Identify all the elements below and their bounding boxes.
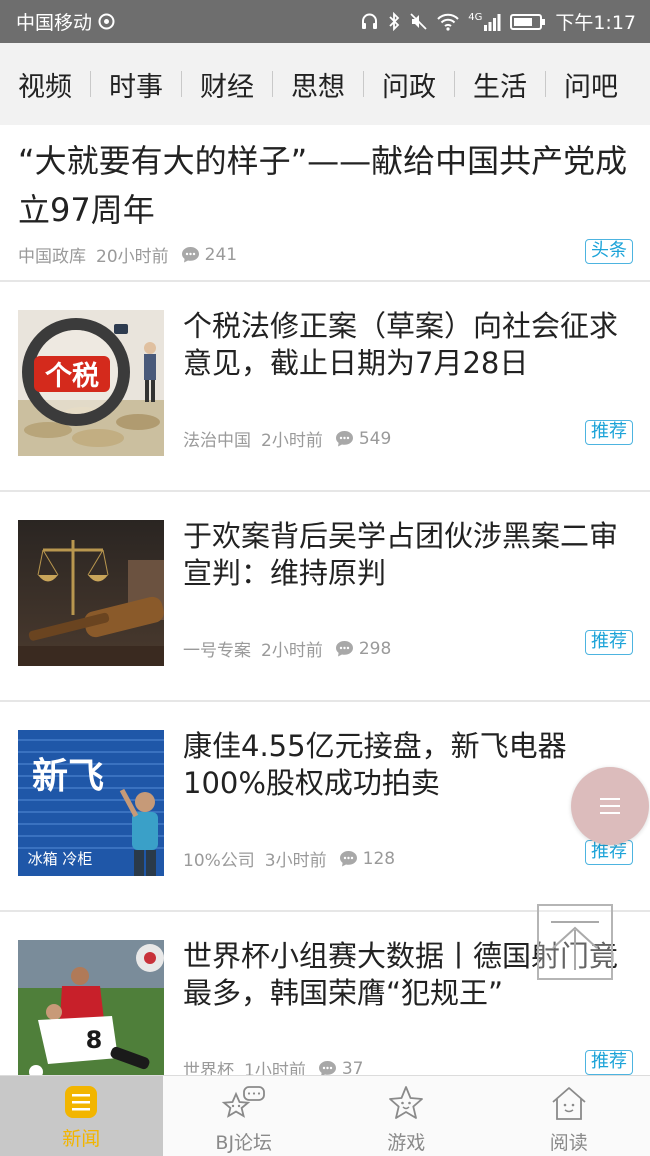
category-tab-thought[interactable]: 思想 [291, 65, 345, 104]
category-tab-finance[interactable]: 财经 [200, 65, 254, 104]
comment-number: 549 [358, 428, 392, 449]
comment-number: 298 [358, 638, 392, 659]
article-meta: 一号专案 2小时前 298 [183, 636, 391, 662]
category-tab-ask[interactable]: 问吧 [564, 65, 618, 104]
tab-news[interactable]: 新闻 [0, 1076, 163, 1156]
thumbnail-text: 新飞 [32, 756, 104, 797]
comment-count: 298 [335, 639, 391, 659]
headline-title: “大就要有大的样子”——献给中国共产党成立97周年 [18, 142, 628, 229]
category-tab-video[interactable]: 视频 [18, 65, 72, 104]
menu-icon-line [600, 798, 620, 800]
signal-group: 4G [468, 11, 501, 31]
comment-icon [181, 246, 199, 262]
network-type: 4G [468, 11, 483, 23]
comment-count: 241 [181, 245, 237, 265]
article-thumbnail: 8 [18, 940, 164, 1075]
tab-forum[interactable]: BJ论坛 [163, 1076, 326, 1156]
comment-count: 37 [318, 1058, 364, 1076]
back-to-top-button[interactable] [537, 904, 613, 980]
article-thumbnail: 个税 [18, 310, 164, 456]
recommend-badge: 推荐 [585, 1050, 633, 1075]
article-item[interactable]: 个税 个税法修正案（草案）向社会征求意见，截止日期为7月28日 法治中国 2小时… [0, 282, 650, 492]
source-label: 法治中国 [183, 431, 251, 451]
mute-icon [410, 13, 427, 30]
category-divider [454, 71, 455, 97]
article-meta: 世界杯 1小时前 37 [183, 1056, 363, 1075]
article-item[interactable]: 新飞 冰箱 冷柜 康佳4.55亿元接盘，新飞电器100%股权成功拍卖 10%公司… [0, 702, 650, 912]
signal-icon [484, 13, 501, 31]
time-label: 20小时前 [96, 247, 169, 267]
headline-item[interactable]: “大就要有大的样子”——献给中国共产党成立97周年 中国政库 20小时前 241… [0, 125, 650, 282]
thumbnail-subtext: 冰箱 冷柜 [28, 850, 93, 868]
tab-label: 游戏 [387, 1132, 426, 1154]
article-thumbnail: 新飞 冰箱 冷柜 [18, 730, 164, 876]
headline-meta: 中国政库 20小时前 241 [18, 242, 237, 268]
comment-count: 128 [339, 849, 395, 869]
tab-label: BJ论坛 [215, 1132, 273, 1154]
headphones-icon [362, 13, 378, 29]
article-title: 康佳4.55亿元接盘，新飞电器100%股权成功拍卖 [183, 729, 567, 800]
reading-house-icon [552, 1087, 586, 1120]
forum-star-chat-icon [221, 1086, 265, 1118]
article-title: 个税法修正案（草案）向社会征求意见，截止日期为7月28日 [183, 309, 619, 380]
tab-reading[interactable]: 阅读 [488, 1076, 650, 1156]
category-divider [181, 71, 182, 97]
comment-icon [335, 640, 353, 656]
comment-number: 241 [204, 244, 238, 265]
comment-icon [318, 1060, 336, 1075]
tab-label: 阅读 [549, 1132, 588, 1154]
category-tab-life[interactable]: 生活 [473, 65, 527, 104]
category-divider [272, 71, 273, 97]
source-label: 世界杯 [183, 1061, 234, 1075]
status-bar: 中国移动 4G 下午1:17 [0, 0, 650, 43]
category-tab-politics[interactable]: 问政 [382, 65, 436, 104]
time-label: 2小时前 [261, 641, 323, 661]
recommend-badge: 推荐 [585, 630, 633, 655]
menu-icon-line [600, 805, 620, 807]
time-label: 1小时前 [244, 1061, 306, 1075]
category-tab-current-affairs[interactable]: 时事 [109, 65, 163, 104]
carrier-name: 中国移动 [16, 12, 93, 34]
thumbnail-text: 个税 [45, 361, 99, 392]
comment-icon [339, 850, 357, 866]
time-label: 2小时前 [261, 431, 323, 451]
article-item[interactable]: 于欢案背后吴学占团伙涉黑案二审宣判：维持原判 一号专案 2小时前 298 推荐 [0, 492, 650, 702]
carrier-group: 中国移动 [16, 8, 115, 35]
headline-badge: 头条 [585, 239, 633, 264]
source-label: 一号专案 [183, 641, 251, 661]
thumbnail-text: 8 [86, 1026, 103, 1054]
category-nav: 视频 时事 财经 思想 问政 生活 问吧 [0, 43, 650, 125]
source-label: 中国政库 [18, 247, 86, 267]
category-divider [363, 71, 364, 97]
status-icons: 4G 下午1:17 [360, 8, 636, 35]
bluetooth-icon [389, 12, 400, 31]
comment-count: 549 [335, 429, 391, 449]
comment-number: 128 [362, 848, 396, 869]
comment-number: 37 [341, 1058, 364, 1076]
tab-label: 新闻 [62, 1128, 101, 1150]
article-title: 于欢案背后吴学占团伙涉黑案二审宣判：维持原判 [183, 519, 619, 590]
floating-menu-button[interactable] [571, 767, 649, 845]
tab-games[interactable]: 游戏 [325, 1076, 488, 1156]
game-star-icon [389, 1086, 424, 1119]
news-icon [65, 1086, 98, 1118]
arrow-up-icon [551, 921, 599, 970]
category-divider [90, 71, 91, 97]
source-label: 10%公司 [183, 851, 255, 871]
recommend-badge: 推荐 [585, 420, 633, 445]
hd-voice-icon [98, 13, 115, 30]
comment-icon [335, 430, 353, 446]
article-meta: 法治中国 2小时前 549 [183, 426, 391, 452]
bottom-tab-bar: 新闻 BJ论坛 游戏 阅读 [0, 1075, 650, 1156]
category-divider [545, 71, 546, 97]
menu-icon-line [600, 812, 620, 814]
time-label: 3小时前 [264, 851, 327, 871]
clock: 下午1:17 [555, 12, 636, 34]
article-meta: 10%公司 3小时前 128 [183, 846, 395, 872]
wifi-icon [437, 13, 459, 31]
battery-icon [510, 13, 546, 30]
article-thumbnail [18, 520, 164, 666]
